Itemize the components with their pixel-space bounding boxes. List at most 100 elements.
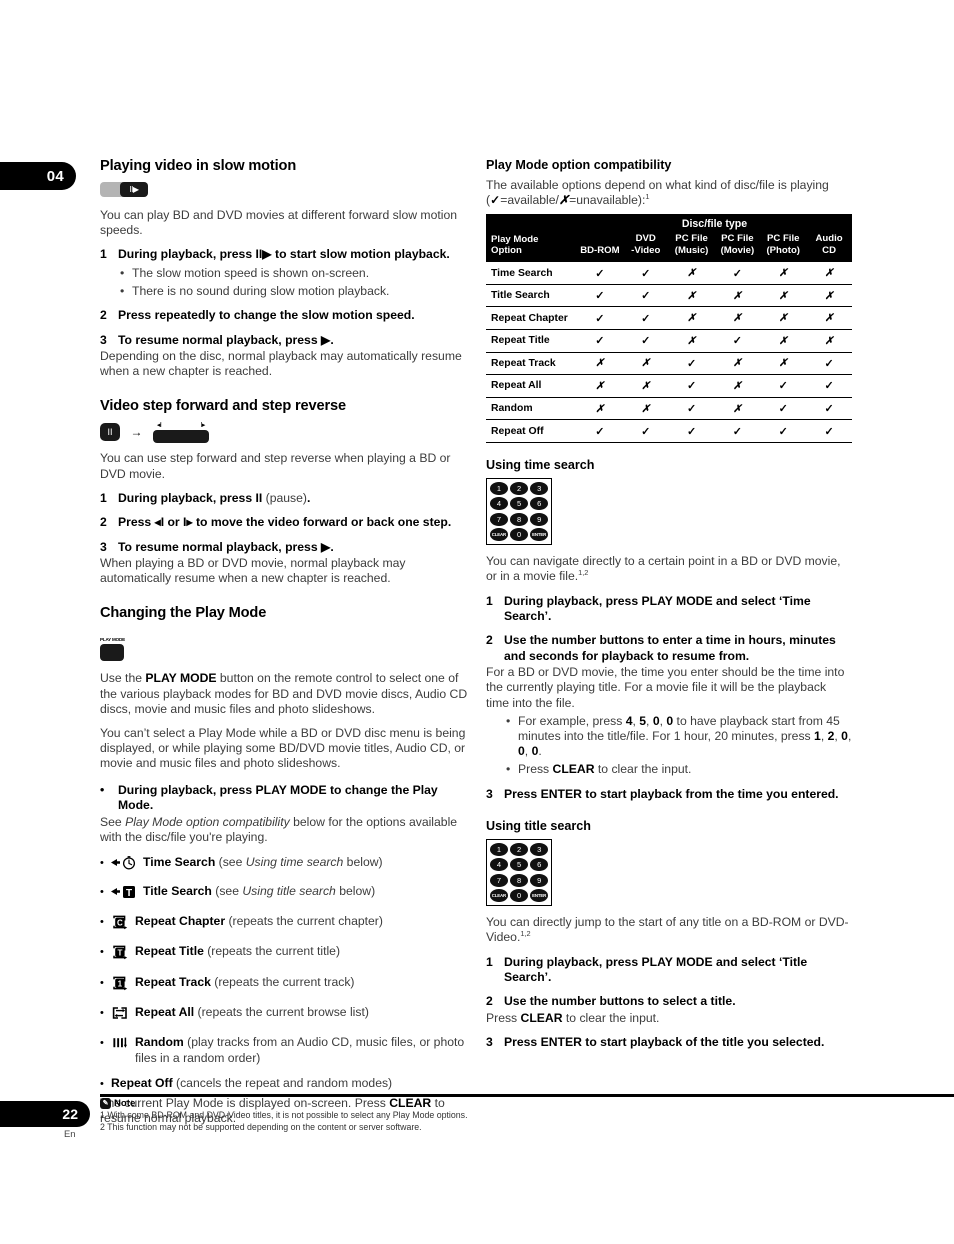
title-search-step-1: 1 During playback, press PLAY MODE and s… (486, 955, 852, 986)
cell-unavailable: ✗ (668, 284, 715, 308)
bullet-dot: • (100, 1006, 104, 1019)
bullet-dot: • (100, 856, 104, 869)
substep-text: The slow motion speed is shown on-screen… (132, 265, 370, 280)
table-head: Play Mode Option Disc/file type BD-ROM D… (486, 214, 852, 263)
cell-available: ✓ (806, 374, 852, 398)
bullet-dot: • (120, 284, 125, 299)
play-mode-option-random: • Random (play tracks from an Audio CD, … (100, 1035, 472, 1066)
step-text: During playback, press II (pause). (118, 491, 472, 506)
play-mode-paragraph-2: You can’t select a Play Mode while a BD … (100, 726, 466, 771)
step-number: 1 (486, 954, 493, 969)
cell-unavailable: ✗ (622, 374, 669, 398)
random-icon (111, 1035, 129, 1055)
table-row-label: Time Search (486, 262, 577, 285)
heading-step-forward: Video step forward and step reverse (100, 398, 346, 415)
step-number: 1 (100, 490, 107, 505)
option-text: Time Search (see Using time search below… (143, 855, 472, 870)
cell-unavailable: ✗ (714, 374, 761, 398)
step-text: During playback, press II▶ to start slow… (118, 247, 472, 262)
cell-unavailable: ✗ (714, 352, 761, 376)
svg-text:1: 1 (118, 979, 123, 988)
page-language: En (64, 1128, 76, 1139)
option-text: Repeat Title (repeats the current title) (135, 944, 472, 959)
step-key-ticks: ◂I I▸ (157, 421, 206, 430)
table-row: Time Search ✓ ✓ ✗ ✓ ✗ ✗ (486, 262, 852, 285)
step-number: 1 (486, 593, 493, 608)
table-row-header-corner: Play Mode Option (486, 214, 577, 263)
col-header-pc-file-movie: PC File (Movie) (714, 233, 761, 263)
cell-unavailable: ✗ (760, 284, 807, 308)
compat-intro-b: =unavailable): (569, 193, 646, 208)
cell-unavailable: ✗ (806, 262, 852, 285)
cell-unavailable: ✗ (806, 284, 852, 308)
cell-unavailable: ✗ (577, 397, 623, 421)
step-text: To resume normal playback, press ▶. (118, 539, 334, 554)
keypad-key-2: 2 (510, 843, 528, 856)
step-forward-step-3-note: When playing a BD or DVD movie, normal p… (100, 556, 406, 586)
time-search-step-2: 2 Use the number buttons to enter a time… (486, 633, 852, 664)
title-search-footnote: 1,2 (520, 929, 531, 939)
compat-intro-mid: =available/ (500, 193, 559, 208)
cell-available: ✓ (760, 419, 807, 443)
option-label: Random (135, 1035, 184, 1050)
table-row: Title Search ✓ ✓ ✗ ✗ ✗ ✗ (486, 284, 852, 308)
keypad-key-clear: CLEAR (490, 528, 508, 542)
step-forward-tick: I▸ (200, 422, 205, 430)
pause-key-icon: II (100, 423, 120, 442)
slow-motion-remote-key: II▶ (100, 182, 148, 198)
pm-p1-a: Use the (100, 671, 146, 686)
time-search-intro-text: You can navigate directly to a certain p… (486, 554, 841, 584)
footnote-block: ✎ Note 1 With some BD-ROM and DVD-Video … (100, 1098, 700, 1134)
option-label: Repeat Off (111, 1076, 173, 1091)
play-mode-option-time-search: • Time Search (see Using time search bel… (100, 855, 472, 874)
pm-p1-b: PLAY MODE (145, 671, 217, 686)
bullet-dot: • (506, 713, 511, 728)
play-mode-button-graphic: PLAY MODE (100, 637, 126, 662)
option-note-italic: Using time search (245, 854, 344, 869)
numeric-keypad-graphic-time: 1 2 3 4 5 6 7 8 9 CLEAR 0 ENTER (486, 477, 552, 546)
step-text: Press ENTER to start playback from the t… (504, 786, 839, 801)
time-search-clear-note: • Press CLEAR to clear the input. (506, 762, 852, 777)
slow-motion-intro: You can play BD and DVD movies at differ… (100, 208, 458, 238)
step-key-bar (152, 430, 209, 444)
slow-motion-substep: • There is no sound during slow motion p… (120, 284, 472, 299)
footer-divider (100, 1094, 954, 1097)
play-mode-option-repeat-title: • T Repeat Title (repeats the current ti… (100, 944, 472, 964)
step-number: 3 (486, 786, 493, 801)
keypad-key-7: 7 (490, 512, 508, 526)
keypad-key-clear: CLEAR (490, 889, 508, 903)
repeat-title-icon: T (111, 944, 129, 964)
cell-available: ✓ (806, 419, 852, 443)
option-text: Repeat All (repeats the current browse l… (135, 1005, 472, 1020)
cell-unavailable: ✗ (668, 329, 715, 353)
repeat-all-icon (111, 1005, 129, 1025)
bullet-dot: • (100, 1037, 104, 1050)
ex-a: For example, press (518, 713, 626, 728)
repeat-chapter-icon: C (111, 914, 129, 934)
cell-available: ✓ (806, 352, 852, 376)
step-text-b: to start slow motion playback. (271, 247, 450, 262)
step-number: 1 (100, 247, 107, 262)
see-italic: Play Mode option compatibility (125, 814, 290, 829)
col-header-line1: PC File (721, 233, 754, 245)
option-note-a: (repeats the current browse list) (194, 1004, 369, 1019)
check-mark-icon: ✓ (490, 193, 501, 208)
option-note-b: below) (335, 884, 376, 899)
table-row-label: Repeat Off (486, 419, 577, 443)
cell-available: ✓ (577, 419, 623, 443)
time-search-step-3: 3 Press ENTER to start playback from the… (486, 787, 852, 802)
cell-unavailable: ✗ (577, 352, 623, 376)
table-row-label: Repeat Track (486, 352, 577, 376)
bullet-dot: • (100, 782, 105, 797)
cell-available: ✓ (714, 329, 761, 353)
option-text: Repeat Off (cancels the repeat and rando… (111, 1076, 472, 1091)
slow-motion-step-2: 2 Press repeatedly to change the slow mo… (100, 308, 472, 323)
option-note-a: (repeats the current chapter) (225, 913, 383, 928)
ex-digit: 1 (814, 728, 821, 743)
col-header-line2: -Video (631, 244, 661, 256)
keypad-key-5: 5 (510, 497, 528, 511)
slow-motion-step-3-note: Depending on the disc, normal playback m… (100, 349, 462, 379)
option-note-a: (cancels the repeat and random modes) (172, 1076, 393, 1091)
keypad-key-1: 1 (490, 481, 508, 495)
cell-available: ✓ (577, 262, 623, 285)
